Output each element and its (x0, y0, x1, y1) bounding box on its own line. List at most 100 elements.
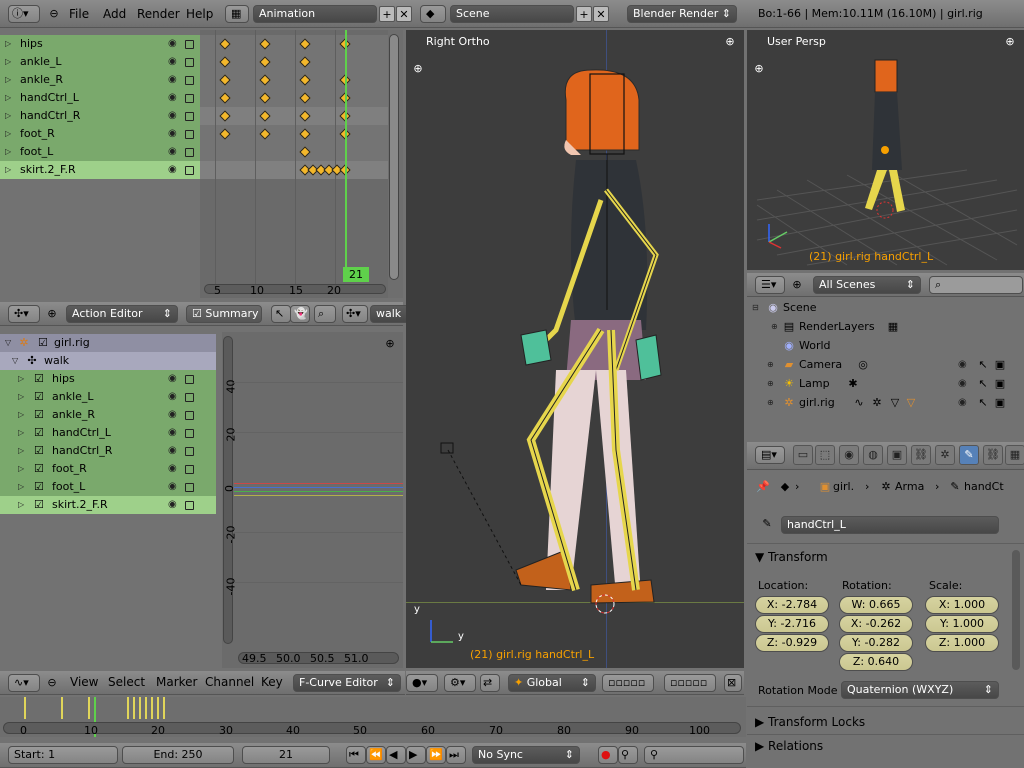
scale-x-field[interactable]: X: 1.000 (925, 596, 999, 614)
object-row[interactable]: ▽ ✲ ☑ girl.rig (0, 334, 216, 352)
menu-help[interactable]: Help (186, 0, 213, 26)
fcurve-group-row[interactable]: ▷ ☑ ankle_L ◉ (0, 388, 216, 406)
transform-locks-panel-header[interactable]: ▶ Transform Locks (755, 713, 865, 731)
eye-icon[interactable]: ◉ (958, 394, 967, 412)
rotation-w-field[interactable]: W: 0.665 (839, 596, 913, 614)
channel-row[interactable]: ▷ ankle_R ◉ (0, 71, 200, 89)
fcurve-group-row[interactable]: ▷ ☑ hips ◉ (0, 370, 216, 388)
select-icon-button[interactable]: ↖ (271, 305, 291, 323)
rotation-y-field[interactable]: Y: -0.282 (839, 634, 913, 652)
fcurve-group-row-selected[interactable]: ▷ ☑ skirt.2_F.R ◉ (0, 496, 216, 514)
render-toggle-icon[interactable]: ▣ (992, 376, 1008, 392)
timeline-ruler[interactable]: 0 10 20 30 40 50 60 70 80 90 100 (0, 697, 746, 737)
scale-z-field[interactable]: Z: 1.000 (925, 634, 999, 652)
editor-type-button[interactable]: ▤▾ (755, 446, 785, 464)
jump-keyframe-forward-button[interactable]: ⏩ (426, 746, 446, 764)
object-tab-icon[interactable]: ▣ (887, 445, 907, 465)
lock-icon[interactable] (185, 375, 194, 384)
eye-icon[interactable]: ◉ (168, 35, 177, 53)
bone-constraints-tab-icon[interactable]: ⛓ (983, 445, 1003, 465)
fcurve-group-row[interactable]: ▷ ☑ handCtrl_L ◉ (0, 424, 216, 442)
end-frame-field[interactable]: End: 250 (122, 746, 234, 764)
add-screen-icon[interactable]: + (379, 6, 395, 22)
render-engine-dropdown[interactable]: Blender Render ⇕ (627, 5, 737, 23)
scene-tab-icon[interactable]: ◉ (839, 445, 859, 465)
editor-type-button[interactable]: ☰▾ (755, 276, 785, 294)
outliner-item-camera[interactable]: ⊕ ▰ Camera ◎ ◉ ↖ ▣ (747, 356, 1024, 374)
dopesheet-keyframe-area[interactable]: 21 5 10 15 20 (200, 30, 388, 298)
lock-icon[interactable] (185, 94, 194, 103)
lock-icon[interactable] (185, 130, 194, 139)
ghost-icon-button[interactable]: 👻 (290, 305, 310, 323)
current-frame-line[interactable] (345, 30, 347, 282)
eye-icon[interactable]: ◉ (168, 370, 177, 388)
delete-scene-icon[interactable]: ✕ (593, 6, 609, 22)
shading-dropdown[interactable]: ●▾ (406, 674, 438, 692)
keyframe-type-button[interactable]: ⚲ (644, 746, 744, 764)
relations-panel-header[interactable]: ▶ Relations (755, 737, 823, 755)
cursor-select-icon[interactable]: ↖ (975, 357, 991, 373)
eye-icon[interactable]: ◉ (168, 460, 177, 478)
viewport-main[interactable]: Right Ortho ⊕ ⊕ y y (21) girl.rig handCt… (406, 30, 744, 668)
render-toggle-icon[interactable]: ▣ (992, 395, 1008, 411)
properties-scrollbar[interactable] (1012, 550, 1020, 670)
eye-icon[interactable]: ◉ (168, 143, 177, 161)
cursor-select-icon[interactable]: ↖ (975, 395, 991, 411)
render-tab-icon[interactable]: ▭ (793, 445, 813, 465)
lock-icon[interactable] (185, 411, 194, 420)
bone-name-field[interactable]: handCtrl_L (781, 516, 999, 534)
outliner-item-lamp[interactable]: ⊕ ☀ Lamp ✱ ◉ ↖ ▣ (747, 375, 1024, 393)
channel-row[interactable]: ▷ foot_L ◉ (0, 143, 200, 161)
eye-icon[interactable]: ◉ (168, 478, 177, 496)
lock-icon[interactable] (185, 429, 194, 438)
world-tab-icon[interactable]: ◍ (863, 445, 883, 465)
menu-add[interactable]: Add (103, 0, 126, 26)
fcurve-group-row[interactable]: ▷ ☑ ankle_R ◉ (0, 406, 216, 424)
menu-render[interactable]: Render (137, 0, 180, 26)
scale-y-field[interactable]: Y: 1.000 (925, 615, 999, 633)
breadcrumb-armature[interactable]: Arma (895, 476, 924, 498)
eye-icon[interactable]: ◉ (168, 107, 177, 125)
sync-dropdown[interactable]: No Sync ⇕ (472, 746, 580, 764)
renderlayers-tab-icon[interactable]: ⬚ (815, 445, 835, 465)
action-icon-button[interactable]: ✣▾ (342, 305, 368, 323)
channel-row[interactable]: ▷ hips ◉ (0, 35, 200, 53)
manipulator-toggle[interactable]: ⇄ (480, 674, 500, 692)
eye-icon[interactable]: ◉ (168, 424, 177, 442)
jump-end-button[interactable]: ⏭ (446, 746, 466, 764)
eye-icon[interactable]: ◉ (168, 496, 177, 514)
menu-key[interactable]: Key (261, 670, 283, 694)
transform-panel-header[interactable]: ▼ Transform (755, 548, 828, 566)
jump-start-button[interactable]: ⏮ (346, 746, 366, 764)
lock-icon[interactable] (185, 501, 194, 510)
lock-icon[interactable] (185, 76, 194, 85)
character-rig[interactable] (406, 30, 744, 668)
channel-row-selected[interactable]: ▷ skirt.2_F.R ◉ (0, 161, 200, 179)
constraints-tab-icon[interactable]: ⛓ (911, 445, 931, 465)
plus-widget-icon[interactable]: ⊕ (382, 336, 398, 352)
search-field[interactable]: ⌕ (929, 276, 1023, 294)
channel-row[interactable]: ▷ ankle_L ◉ (0, 53, 200, 71)
rotation-x-field[interactable]: X: -0.262 (839, 615, 913, 633)
fcurve-line[interactable] (234, 491, 403, 492)
lock-icon[interactable] (185, 112, 194, 121)
graph-mode-dropdown[interactable]: F-Curve Editor ⇕ (293, 674, 401, 692)
channel-row[interactable]: ▷ handCtrl_L ◉ (0, 89, 200, 107)
fcurve-line[interactable] (234, 483, 403, 484)
cursor-select-icon[interactable]: ↖ (975, 376, 991, 392)
outliner-item-girl-rig[interactable]: ⊕ ✲ girl.rig ∿ ✲ ▽ ▽ ◉ ↖ ▣ (747, 394, 1024, 412)
layers-grid[interactable]: ▫▫▫▫▫ (602, 674, 654, 692)
editor-type-button[interactable]: ✣▾ (8, 305, 40, 323)
eye-icon[interactable]: ◉ (168, 89, 177, 107)
add-scene-icon[interactable]: + (576, 6, 592, 22)
menu-marker[interactable]: Marker (156, 670, 197, 694)
keying-set-button[interactable]: ⚲ (618, 746, 638, 764)
render-toggle-icon[interactable]: ▣ (992, 357, 1008, 373)
start-frame-field[interactable]: Start: 1 (8, 746, 118, 764)
lock-icon[interactable] (185, 166, 194, 175)
screen-layout-icon[interactable]: ▦ (225, 5, 249, 23)
collapse-menu-icon[interactable]: ⊖ (46, 6, 62, 22)
armature-tab-icon[interactable]: ✲ (935, 445, 955, 465)
scene-icon-button[interactable]: ◆ (420, 5, 446, 23)
play-button[interactable]: ▶ (406, 746, 426, 764)
